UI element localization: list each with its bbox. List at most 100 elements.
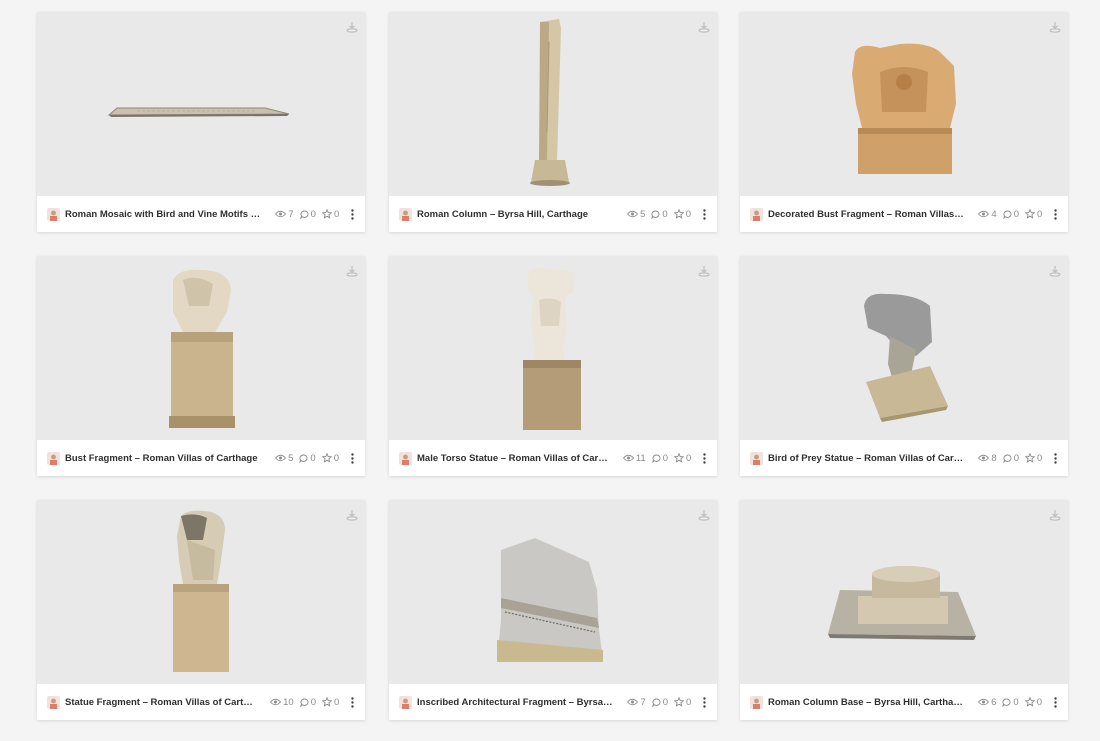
more-options-icon[interactable] (1050, 451, 1060, 465)
comment-count[interactable]: 0 (1002, 697, 1019, 708)
more-options-icon[interactable] (1050, 695, 1060, 709)
view-count: 11 (622, 453, 646, 464)
model-thumbnail[interactable] (37, 500, 365, 684)
model-card[interactable]: Roman Mosaic with Bird and Vine Motifs –… (37, 12, 365, 232)
download-icon[interactable] (1049, 509, 1061, 521)
star-icon (1025, 209, 1035, 219)
view-count: 5 (275, 453, 293, 464)
model-title[interactable]: Bust Fragment – Roman Villas of Carthage (65, 453, 261, 464)
like-count[interactable]: 0 (674, 453, 691, 464)
author-avatar[interactable] (399, 207, 412, 221)
comment-icon (652, 698, 661, 707)
view-count: 7 (627, 697, 646, 708)
star-icon (674, 453, 685, 463)
download-icon[interactable] (346, 509, 358, 521)
like-count[interactable]: 0 (1025, 209, 1042, 220)
download-icon[interactable] (698, 21, 710, 33)
more-options-icon[interactable] (347, 451, 357, 465)
model-title[interactable]: Bird of Prey Statue – Roman Villas of Ca… (768, 453, 964, 464)
download-icon[interactable] (346, 21, 358, 33)
model-stats: 5 0 0 (621, 209, 691, 220)
eye-icon (627, 210, 639, 218)
comment-icon (299, 454, 308, 463)
model-thumbnail[interactable] (389, 256, 717, 440)
model-stats: 7 0 0 (621, 697, 691, 708)
star-icon (1024, 697, 1035, 707)
like-count[interactable]: 0 (1025, 453, 1042, 464)
model-card[interactable]: Bust Fragment – Roman Villas of Carthage… (37, 256, 365, 476)
model-thumbnail[interactable] (37, 12, 365, 196)
more-options-icon[interactable] (699, 207, 709, 221)
like-count[interactable]: 0 (321, 209, 339, 220)
author-avatar[interactable] (750, 451, 763, 465)
comment-count[interactable]: 0 (300, 209, 316, 220)
eye-icon (978, 698, 990, 706)
model-card[interactable]: Bird of Prey Statue – Roman Villas of Ca… (740, 256, 1068, 476)
like-count[interactable]: 0 (673, 209, 691, 220)
model-stats: 8 0 0 (972, 453, 1042, 464)
model-grid: Roman Mosaic with Bird and Vine Motifs –… (0, 0, 1100, 741)
eye-icon (275, 454, 287, 462)
download-icon[interactable] (1049, 21, 1061, 33)
comment-count[interactable]: 0 (300, 697, 316, 708)
card-footer: Bust Fragment – Roman Villas of Carthage… (37, 440, 365, 476)
model-thumbnail[interactable] (740, 500, 1068, 684)
model-card[interactable]: Inscribed Architectural Fragment – Byrsa… (389, 500, 717, 720)
comment-count[interactable]: 0 (1003, 209, 1019, 220)
more-options-icon[interactable] (347, 207, 357, 221)
more-options-icon[interactable] (699, 695, 709, 709)
model-title[interactable]: Inscribed Architectural Fragment – Byrsa… (417, 697, 613, 708)
author-avatar[interactable] (47, 695, 60, 709)
comment-count[interactable]: 0 (652, 697, 668, 708)
comment-count[interactable]: 0 (652, 453, 668, 464)
model-card[interactable]: Statue Fragment – Roman Villas of Cartha… (37, 500, 365, 720)
model-thumbnail[interactable] (389, 500, 717, 684)
comment-icon (652, 454, 661, 463)
inscribed-block-image (497, 538, 603, 662)
download-icon[interactable] (698, 509, 710, 521)
bird-statue-image (864, 293, 948, 422)
model-thumbnail[interactable] (740, 256, 1068, 440)
model-card[interactable]: Roman Column Base – Byrsa Hill, Carthage… (740, 500, 1068, 720)
column-image (530, 19, 570, 186)
download-icon[interactable] (346, 265, 358, 277)
model-stats: 5 0 0 (269, 453, 339, 464)
view-count: 7 (275, 209, 294, 220)
model-thumbnail[interactable] (37, 256, 365, 440)
download-icon[interactable] (1049, 265, 1061, 277)
author-avatar[interactable] (47, 207, 60, 221)
model-card[interactable]: Roman Column – Byrsa Hill, Carthage 5 0 … (389, 12, 717, 232)
star-icon (673, 209, 684, 219)
author-avatar[interactable] (750, 695, 763, 709)
view-count: 4 (978, 209, 997, 220)
more-options-icon[interactable] (699, 451, 709, 465)
comment-icon (651, 210, 660, 219)
star-icon (322, 697, 333, 707)
comment-count[interactable]: 0 (651, 209, 668, 220)
author-avatar[interactable] (47, 451, 60, 465)
like-count[interactable]: 0 (321, 453, 339, 464)
author-avatar[interactable] (399, 451, 412, 465)
comment-count[interactable]: 0 (299, 453, 316, 464)
male-torso-image (523, 268, 581, 430)
model-title[interactable]: Roman Column Base – Byrsa Hill, Carthage (768, 697, 964, 708)
model-thumbnail[interactable] (740, 12, 1068, 196)
statue-fragment-image (173, 510, 229, 672)
model-title[interactable]: Roman Column – Byrsa Hill, Carthage (417, 209, 613, 220)
author-avatar[interactable] (399, 695, 412, 709)
like-count[interactable]: 0 (322, 697, 339, 708)
more-options-icon[interactable] (347, 695, 357, 709)
like-count[interactable]: 0 (1024, 697, 1042, 708)
more-options-icon[interactable] (1050, 207, 1060, 221)
model-title[interactable]: Statue Fragment – Roman Villas of Cartha… (65, 697, 256, 708)
model-title[interactable]: Roman Mosaic with Bird and Vine Motifs –… (65, 209, 261, 220)
model-title[interactable]: Male Torso Statue – Roman Villas of Cart… (417, 453, 609, 464)
author-avatar[interactable] (750, 207, 763, 221)
like-count[interactable]: 0 (674, 697, 691, 708)
model-thumbnail[interactable] (389, 12, 717, 196)
download-icon[interactable] (698, 265, 710, 277)
model-card[interactable]: Male Torso Statue – Roman Villas of Cart… (389, 256, 717, 476)
model-card[interactable]: Decorated Bust Fragment – Roman Villas o… (740, 12, 1068, 232)
model-title[interactable]: Decorated Bust Fragment – Roman Villas o… (768, 209, 964, 220)
comment-count[interactable]: 0 (1003, 453, 1019, 464)
